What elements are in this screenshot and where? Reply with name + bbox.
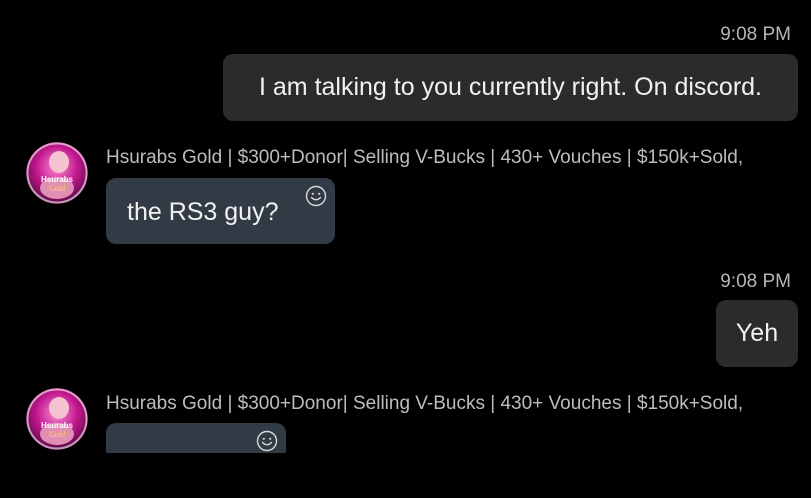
sender-name[interactable]: Hsurabs Gold | $300+Donor| Selling V-Buc…: [106, 393, 743, 415]
message-timestamp: 9:08 PM: [720, 24, 791, 45]
avatar-image: Hsurabs Gold: [26, 388, 88, 450]
message-text: I am talking to you currently right. On …: [259, 73, 762, 101]
smiley-reaction-icon[interactable]: [305, 185, 327, 207]
outgoing-message-bubble[interactable]: I am talking to you currently right. On …: [223, 54, 798, 121]
chat-conversation: 9:08 PM I am talking to you currently ri…: [0, 0, 811, 453]
incoming-message-bubble[interactable]: the RS3 guy?: [106, 178, 335, 244]
message-text: Yeh: [735, 319, 779, 347]
message-text: the RS3 guy?: [127, 198, 279, 226]
outgoing-message-bubble[interactable]: Yeh: [716, 300, 798, 367]
avatar[interactable]: Hsurabs Gold: [26, 142, 88, 204]
sender-name[interactable]: Hsurabs Gold | $300+Donor| Selling V-Buc…: [106, 147, 743, 169]
svg-text:Gold: Gold: [49, 184, 66, 193]
svg-text:Hsurabs: Hsurabs: [41, 421, 74, 430]
avatar-image: Hsurabs Gold: [26, 142, 88, 204]
avatar[interactable]: Hsurabs Gold: [26, 388, 88, 450]
message-timestamp: 9:08 PM: [720, 271, 791, 292]
svg-text:Gold: Gold: [49, 430, 66, 439]
smiley-reaction-icon[interactable]: [256, 430, 278, 452]
svg-text:Hsurabs: Hsurabs: [41, 175, 74, 184]
chat-bottom-area: [0, 453, 811, 498]
incoming-message-bubble[interactable]: [106, 423, 286, 453]
